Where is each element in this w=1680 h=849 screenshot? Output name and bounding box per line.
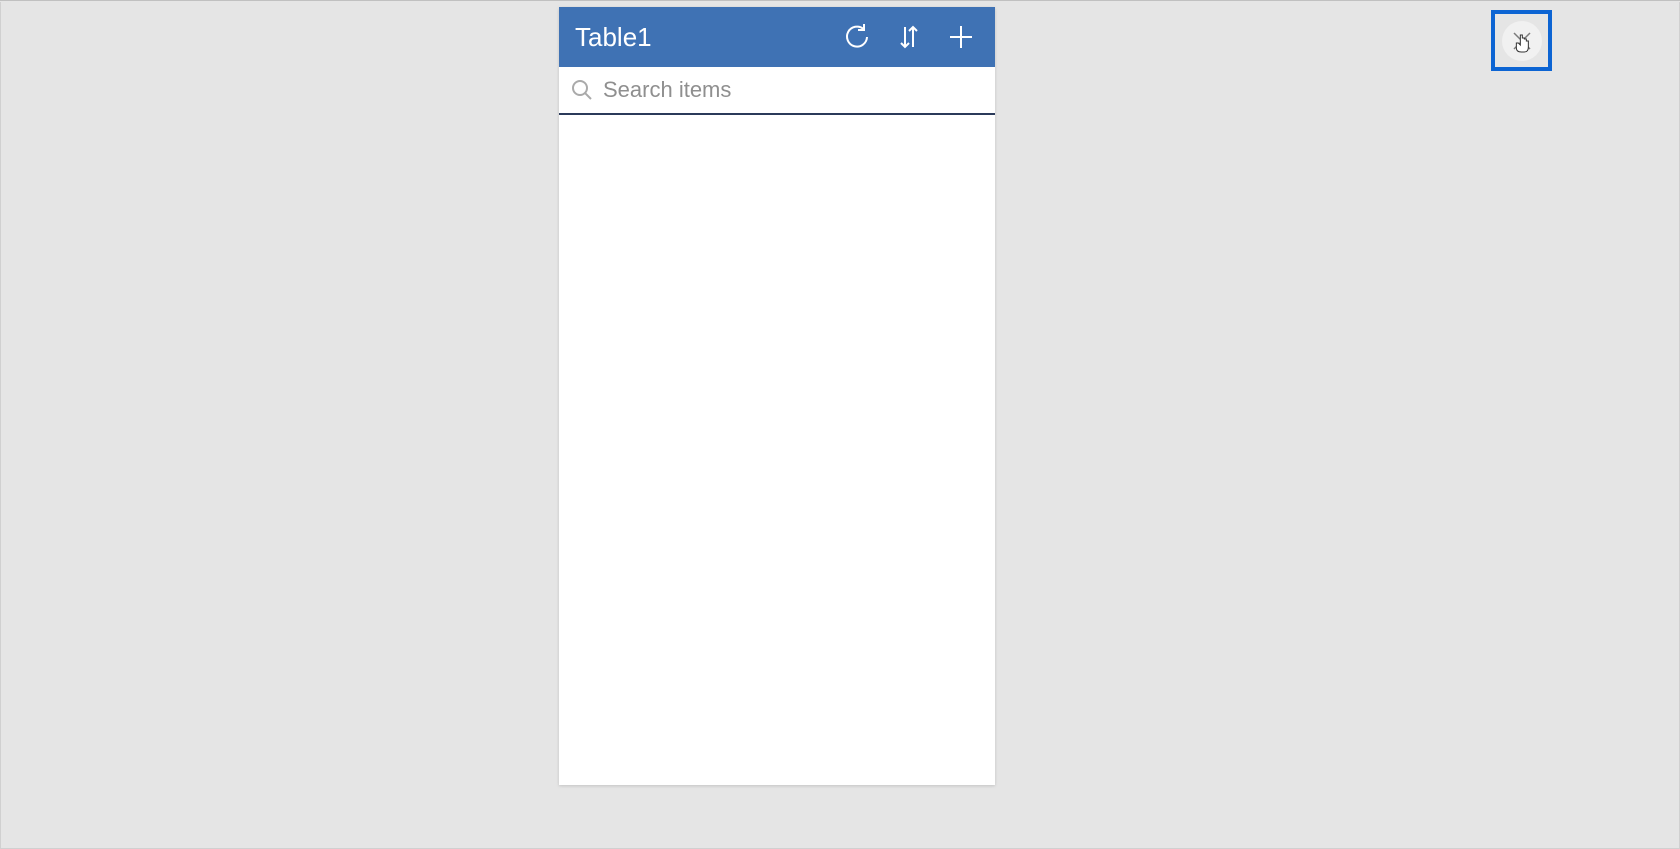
sort-button[interactable]	[887, 15, 931, 59]
header-actions	[835, 15, 983, 59]
app-panel: Table1	[559, 7, 995, 785]
pointer-cursor-icon	[1514, 34, 1531, 59]
app-header: Table1	[559, 7, 995, 67]
app-title: Table1	[575, 22, 835, 53]
sort-icon	[895, 23, 923, 51]
refresh-button[interactable]	[835, 15, 879, 59]
search-input[interactable]	[603, 77, 983, 103]
plus-icon	[947, 23, 975, 51]
close-circle	[1502, 21, 1542, 61]
search-bar	[559, 67, 995, 115]
search-icon	[571, 79, 593, 101]
refresh-icon	[842, 22, 872, 52]
close-preview-button[interactable]	[1491, 10, 1552, 71]
add-button[interactable]	[939, 15, 983, 59]
list-content	[559, 115, 995, 785]
